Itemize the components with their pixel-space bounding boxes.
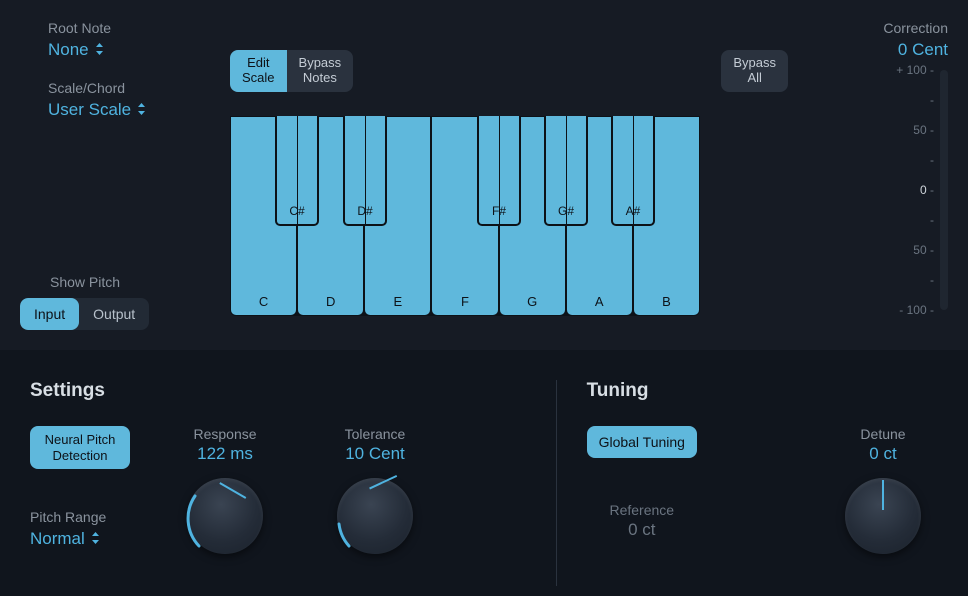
settings-panel: Settings Neural Pitch Detection Pitch Ra… [30, 380, 557, 586]
key-c-sharp[interactable]: C# [275, 116, 319, 226]
tolerance-value: 10 Cent [345, 444, 405, 464]
pitch-range-value: Normal [30, 529, 85, 549]
tolerance-knob[interactable] [337, 478, 413, 554]
chevron-updown-icon [91, 532, 100, 547]
response-label: Response [193, 426, 256, 442]
reference-label: Reference [587, 502, 697, 518]
response-knob[interactable] [187, 478, 263, 554]
correction-meter-scale: + 100 50 0 50 - 100 [880, 70, 940, 310]
neural-pitch-detection-button[interactable]: Neural Pitch Detection [30, 426, 130, 469]
bypass-notes-button[interactable]: Bypass Notes [287, 50, 354, 92]
detune-knob[interactable] [845, 478, 921, 554]
tuning-panel: Tuning Global Tuning Reference 0 ct Detu… [557, 380, 938, 586]
key-f-sharp[interactable]: F# [477, 116, 521, 226]
edit-scale-button[interactable]: Edit Scale [230, 50, 287, 92]
global-tuning-button[interactable]: Global Tuning [587, 426, 697, 458]
bypass-all-button[interactable]: Bypass All [721, 50, 788, 92]
correction-value: 0 Cent [898, 40, 948, 60]
center-panel: Edit Scale Bypass Notes Bypass All C D E… [200, 20, 818, 340]
correction-meter [940, 70, 948, 310]
response-value: 122 ms [197, 444, 253, 464]
key-d-sharp[interactable]: D# [343, 116, 387, 226]
show-pitch-input[interactable]: Input [20, 298, 79, 330]
tolerance-label: Tolerance [345, 426, 406, 442]
pitch-range-label: Pitch Range [30, 509, 130, 525]
tuning-title: Tuning [587, 380, 938, 402]
scale-chord-value: User Scale [48, 100, 131, 120]
root-note-dropdown[interactable]: None [48, 40, 104, 60]
scale-chord-label: Scale/Chord [48, 80, 200, 96]
settings-title: Settings [30, 380, 526, 402]
show-pitch-output[interactable]: Output [79, 298, 149, 330]
chevron-updown-icon [95, 43, 104, 58]
detune-label: Detune [860, 426, 905, 442]
key-a-sharp[interactable]: A# [611, 116, 655, 226]
root-note-value: None [48, 40, 89, 60]
key-g-sharp[interactable]: G# [544, 116, 588, 226]
root-note-label: Root Note [48, 20, 200, 36]
show-pitch-label: Show Pitch [50, 274, 200, 290]
chevron-updown-icon [137, 103, 146, 118]
correction-panel: Correction 0 Cent + 100 50 0 50 - 100 [818, 20, 948, 340]
show-pitch-toggle: Input Output [20, 298, 149, 330]
detune-value: 0 ct [869, 444, 896, 464]
piano-keyboard: C D E F G A B C# D# F# G# A# [230, 116, 700, 316]
left-panel: Root Note None Scale/Chord User Scale Sh… [20, 20, 200, 340]
pitch-range-dropdown[interactable]: Normal [30, 529, 100, 549]
correction-label: Correction [818, 20, 948, 36]
scale-chord-dropdown[interactable]: User Scale [48, 100, 146, 120]
reference-value: 0 ct [587, 520, 697, 540]
